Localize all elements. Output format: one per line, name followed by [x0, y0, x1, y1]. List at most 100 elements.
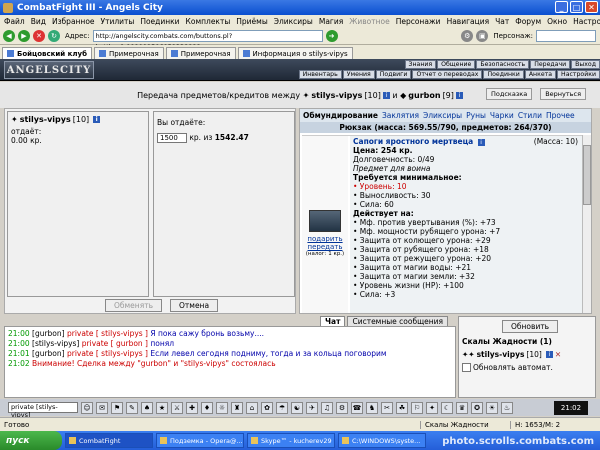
game-menu-item[interactable]: Знания [404, 60, 437, 69]
menu-item[interactable]: Животное [349, 17, 389, 26]
game-menu-item[interactable]: Безопасность [476, 60, 530, 69]
transfer-player1[interactable]: stilys-vipys [311, 91, 362, 100]
toolbar-icon[interactable]: ✎ [126, 401, 138, 414]
toolbar-icon[interactable]: ♛ [456, 401, 468, 414]
print-icon[interactable]: ▣ [476, 30, 489, 42]
browser-tab[interactable]: Примерочная [93, 47, 164, 59]
game-menu-item[interactable]: Поединки [483, 70, 524, 79]
browser-tab[interactable]: Примерочная [165, 47, 236, 59]
return-button[interactable]: Вернуться [540, 88, 586, 100]
transfer-player2[interactable]: gurbon [408, 91, 440, 100]
category-tab[interactable]: Эликсиры [423, 111, 462, 120]
taskbar-item[interactable]: Подземка - Opera@... [156, 433, 244, 448]
browser-tab[interactable]: Информация о stilys-vipys [237, 47, 353, 59]
toolbar-icon[interactable]: ♜ [231, 401, 243, 414]
toolbar-icon[interactable]: ☘ [396, 401, 408, 414]
game-menu-item[interactable]: Передачи [530, 60, 571, 69]
menu-item[interactable]: Вид [31, 17, 46, 26]
person-input[interactable] [536, 30, 596, 42]
menu-item[interactable]: Эликсиры [274, 17, 313, 26]
toolbar-icon[interactable]: ♫ [321, 401, 333, 414]
back-icon[interactable]: ◀ [3, 30, 15, 42]
browser-tab[interactable]: Бойцовский клуб [2, 47, 92, 59]
scroll-thumb[interactable] [583, 145, 591, 205]
toolbar-icon[interactable]: ★ [156, 401, 168, 414]
menu-item[interactable]: Персонажи [396, 17, 441, 26]
close-button[interactable]: ✕ [585, 1, 598, 13]
category-tab[interactable]: Руны [466, 111, 486, 120]
minimize-button[interactable]: _ [555, 1, 568, 13]
chat-user[interactable]: [gurbon] [32, 349, 65, 358]
chat-user[interactable]: [stilys-vipys] [32, 339, 79, 348]
tool-icon[interactable]: ⚙ [461, 30, 474, 42]
chat-private[interactable]: private [ gurbon ] [82, 339, 148, 348]
toolbar-icon[interactable]: ♠ [141, 401, 153, 414]
toolbar-icon[interactable]: ☯ [291, 401, 303, 414]
auto-refresh-checkbox[interactable] [462, 363, 471, 372]
toolbar-icon[interactable]: ⚔ [171, 401, 183, 414]
toolbar-icon[interactable]: ☾ [441, 401, 453, 414]
toolbar-icon[interactable]: ☀ [486, 401, 498, 414]
toolbar-icon[interactable]: ♞ [366, 401, 378, 414]
partner-name[interactable]: stilys-vipys [20, 115, 71, 124]
refresh-icon[interactable]: ↻ [48, 30, 60, 42]
game-menu-item[interactable]: Общение [437, 60, 476, 69]
category-tab[interactable]: Чарки [490, 111, 514, 120]
chat-private[interactable]: private [ stilys-vipys ] [67, 349, 148, 358]
cancel-button[interactable]: Отмена [170, 299, 219, 312]
toolbar-icon[interactable]: ⚙ [336, 401, 348, 414]
chat-private[interactable]: private [ stilys-vipys ] [67, 329, 148, 338]
menu-item[interactable]: Комплекты [186, 17, 231, 26]
game-menu-item[interactable]: Анкета [524, 70, 557, 79]
menu-item[interactable]: Утилиты [101, 17, 135, 26]
attack-icon[interactable]: ✕ [555, 350, 561, 359]
toolbar-icon[interactable]: ♦ [201, 401, 213, 414]
toolbar-icon[interactable]: ✦ [426, 401, 438, 414]
forward-icon[interactable]: ▶ [18, 30, 30, 42]
toolbar-icon[interactable]: ♨ [501, 401, 513, 414]
menu-item[interactable]: Избранное [52, 17, 95, 26]
item-name[interactable]: Сапоги яростного мертвеца [353, 137, 473, 146]
give-link[interactable]: передать [302, 243, 348, 251]
game-menu-item[interactable]: Подвиги [375, 70, 412, 79]
info-icon[interactable]: i [545, 351, 553, 358]
game-menu-item[interactable]: Настройки [557, 70, 600, 79]
toolbar-icon[interactable]: ✂ [381, 401, 393, 414]
refresh-button[interactable]: Обновить [502, 320, 559, 333]
toolbar-icon[interactable]: ⌂ [246, 401, 258, 414]
toolbar-icon[interactable]: ☂ [276, 401, 288, 414]
toolbar-icon[interactable]: ✚ [186, 401, 198, 414]
menu-item[interactable]: Навигация [447, 17, 490, 26]
location-player[interactable]: stilys-vipys [477, 350, 525, 359]
chat-input[interactable]: private [stilys-vipys] [8, 402, 78, 419]
toolbar-icon[interactable]: ☺ [81, 401, 93, 414]
menu-item[interactable]: Файл [4, 17, 25, 26]
stop-icon[interactable]: ✕ [33, 30, 45, 42]
chat-user[interactable]: [gurbon] [32, 329, 65, 338]
info-icon[interactable]: i [455, 91, 463, 99]
toolbar-icon[interactable]: ✈ [306, 401, 318, 414]
go-icon[interactable]: ➜ [325, 30, 338, 42]
menu-item[interactable]: Настройки [573, 17, 600, 26]
taskbar-item[interactable]: C:\WINDOWS\syste... [338, 433, 426, 448]
maximize-button[interactable]: □ [570, 1, 583, 13]
game-menu-item[interactable]: Выход [571, 60, 600, 69]
money-input[interactable]: 1500 [157, 133, 187, 143]
exchange-button[interactable]: Обменять [105, 299, 163, 312]
menu-item[interactable]: Приёмы [236, 17, 267, 26]
toolbar-icon[interactable]: ✪ [471, 401, 483, 414]
menu-item[interactable]: Форум [515, 17, 541, 26]
toolbar-icon[interactable]: ⚐ [411, 401, 423, 414]
info-icon[interactable]: i [93, 116, 101, 123]
address-input[interactable]: http://angelscity.combats.com/buttons.pl… [92, 30, 323, 51]
game-menu-item[interactable]: Умения [342, 70, 375, 79]
toolbar-icon[interactable]: ☎ [351, 401, 363, 414]
game-menu-item[interactable]: Отчет о переводах [412, 70, 483, 79]
category-tab[interactable]: Обмундирование [303, 111, 378, 120]
toolbar-icon[interactable]: ✿ [261, 401, 273, 414]
info-icon[interactable]: i [382, 91, 390, 99]
menu-item[interactable]: Поединки [140, 17, 179, 26]
hint-button[interactable]: Подсказка [485, 88, 533, 100]
menu-item[interactable]: Чат [495, 17, 509, 26]
game-menu-item[interactable]: Инвентарь [298, 70, 342, 79]
